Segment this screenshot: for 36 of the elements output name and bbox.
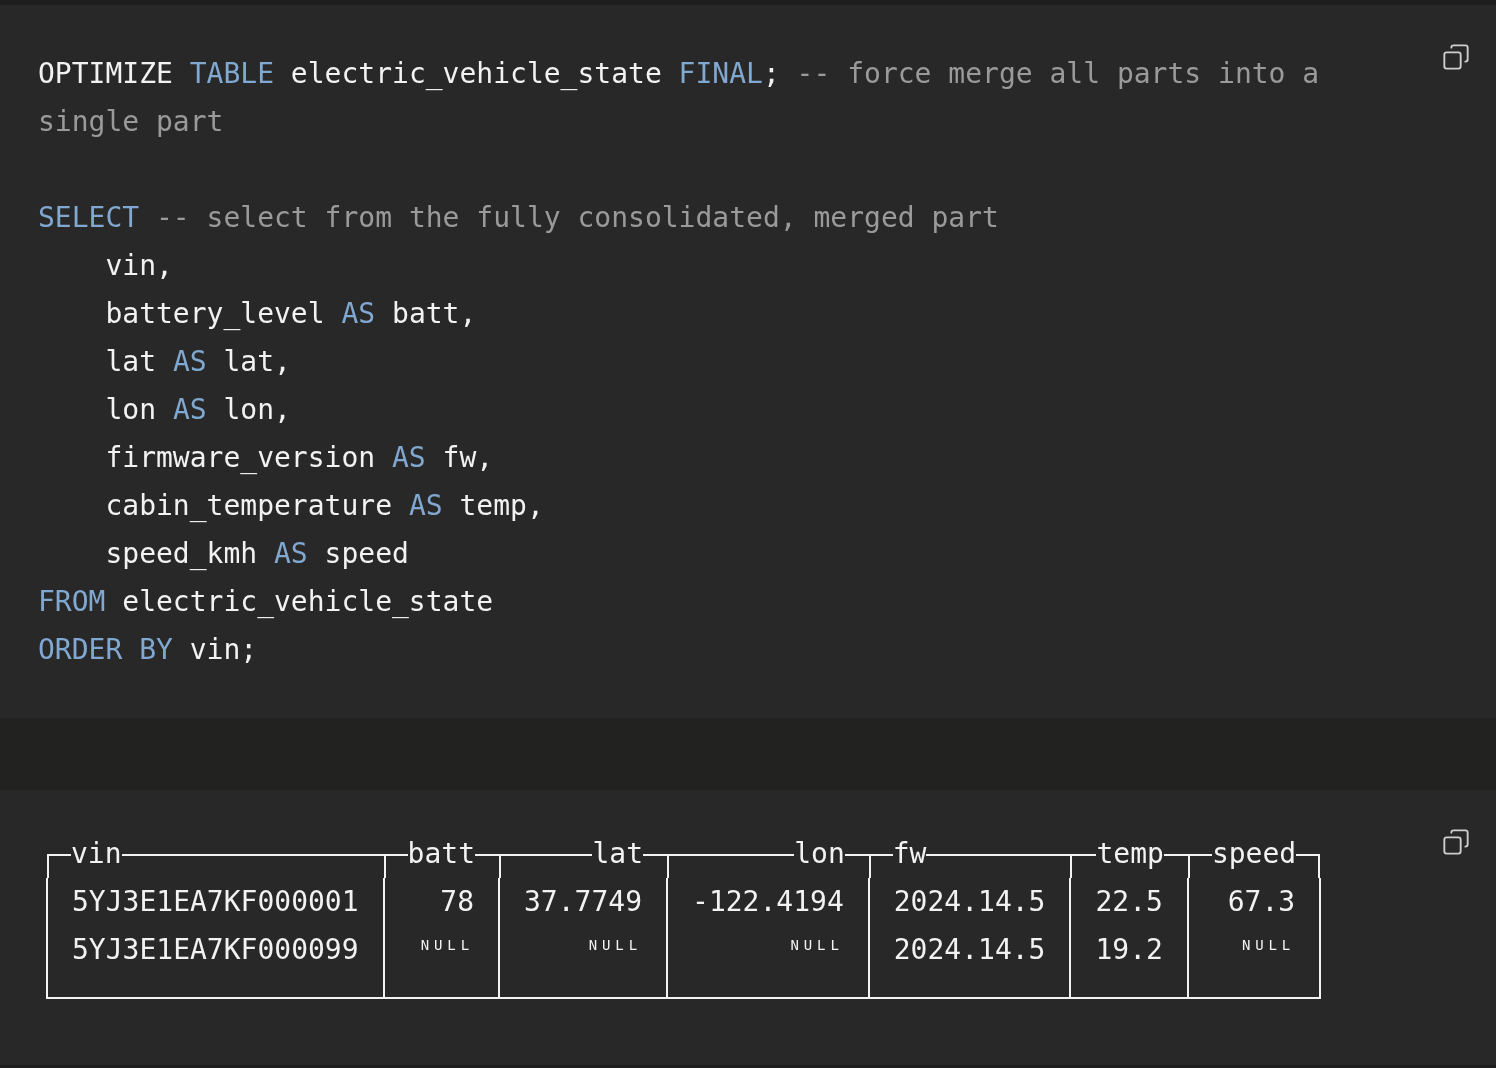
column-header: lat (592, 836, 644, 872)
column-header: batt (407, 836, 475, 872)
table-cell: 19.2 (1095, 933, 1163, 966)
column-header: vin (71, 836, 122, 872)
code-line: firmware_version AS fw, (104, 440, 495, 476)
copy-button[interactable] (1440, 826, 1472, 858)
copy-button[interactable] (1440, 41, 1472, 73)
code-line: OPTIMIZE TABLE electric_vehicle_state FINAL; -- force merge all parts into a single part (38, 56, 1321, 140)
code-line: speed_kmh AS speed (104, 536, 410, 572)
column-header: speed (1211, 836, 1297, 872)
code-line: SELECT -- select from the fully consolidated, merged part (38, 200, 1000, 236)
code-line: lat AS lat, (104, 344, 292, 380)
table-cell: 2024.14.5 (893, 885, 1046, 918)
code-line: lon AS lon, (104, 392, 292, 428)
null-marker: NULL (588, 936, 643, 955)
column-header: lon (794, 836, 845, 872)
table-cell: 5YJ3E1EA7KF000099 (72, 933, 359, 966)
code-line: ORDER BY vin; (38, 632, 259, 668)
code-line: cabin_temperature AS temp, (104, 488, 545, 524)
table-cell: 67.3 (1227, 885, 1296, 918)
table-cell: 37.7749 (524, 885, 643, 918)
code-line: FROM electric_vehicle_state (38, 584, 495, 620)
table-cell: -122.4194 (692, 885, 844, 918)
table-cell: 2024.14.5 (893, 933, 1046, 966)
column-header: fw (892, 836, 927, 872)
null-marker: NULL (420, 936, 474, 955)
table-cell: 22.5 (1095, 885, 1163, 918)
copy-icon (1442, 828, 1470, 856)
column-header: temp (1096, 836, 1164, 872)
null-marker: NULL (790, 936, 844, 955)
table-cell: 78 (440, 885, 474, 918)
copy-icon (1442, 43, 1470, 71)
null-marker: NULL (1241, 936, 1296, 955)
code-line: vin, (104, 248, 174, 284)
table-cell: 5YJ3E1EA7KF000001 (72, 885, 359, 918)
code-line: battery_level AS batt, (104, 296, 478, 332)
